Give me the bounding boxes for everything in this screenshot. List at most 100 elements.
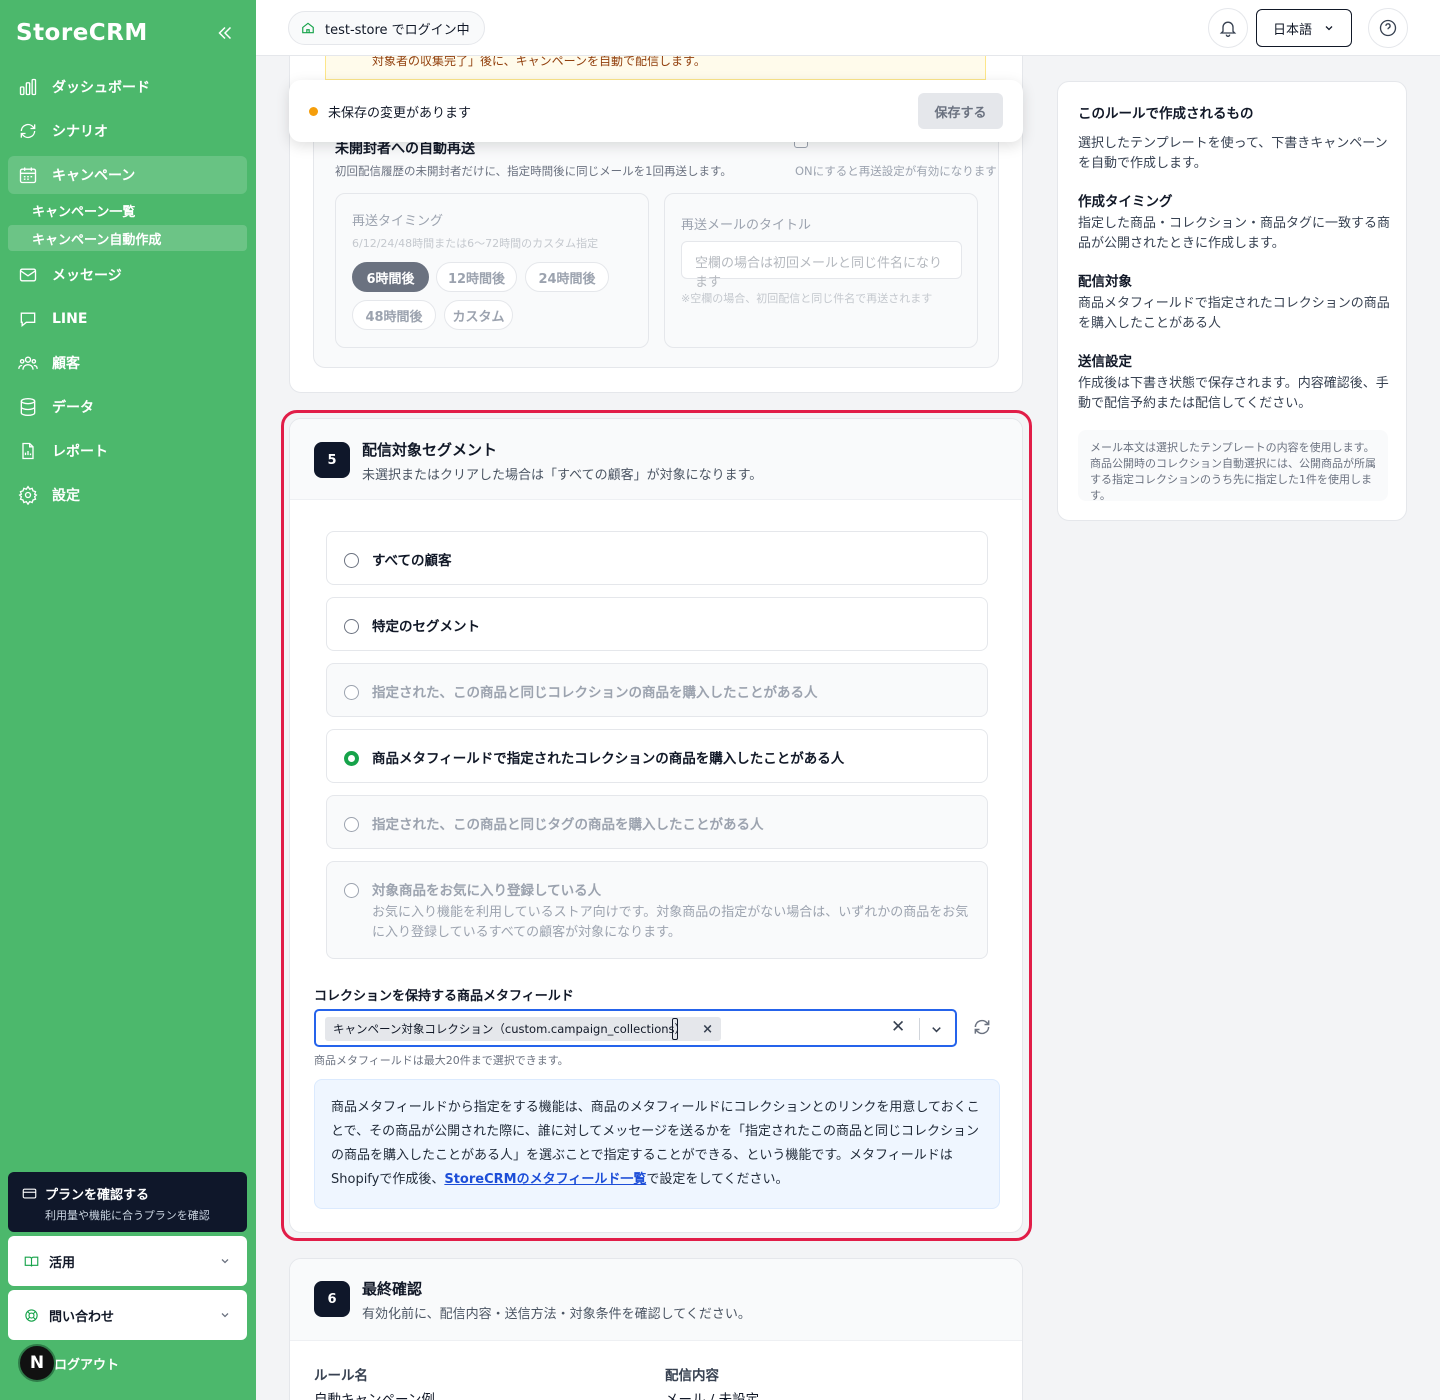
logout[interactable]: N ログアウト: [18, 1344, 119, 1382]
usage-accordion[interactable]: 活用: [8, 1236, 247, 1286]
timing-heading: 作成タイミング: [1078, 194, 1173, 210]
option-label: 商品メタフィールドで指定されたコレクションの商品を購入したことがある人: [372, 751, 845, 767]
send-text: 作成後は下書き状態で保存されます。内容確認後、手動で配信予約または配信してくださ…: [1078, 376, 1389, 411]
notification-button[interactable]: [1208, 8, 1248, 48]
selected-tag: キャンペーン対象コレクション（custom.campaign_collectio…: [325, 1017, 721, 1041]
store-login-text: test-store でログイン中: [325, 22, 470, 38]
plan-card[interactable]: プランを確認する 利用量や機能に合うプランを確認: [8, 1172, 247, 1232]
option-specific-segment[interactable]: 特定のセグメント: [326, 597, 988, 651]
nav-label: メッセージ: [52, 268, 122, 284]
home-icon: [302, 22, 314, 34]
step-number: 5: [314, 442, 350, 478]
chip-6h[interactable]: 6時間後: [352, 262, 429, 292]
chevron-down-icon: [1325, 26, 1333, 31]
help-button[interactable]: [1368, 8, 1408, 48]
metafield-info-box: 商品メタフィールドから指定をする機能は、商品のメタフィールドにコレクションとのリ…: [314, 1079, 1000, 1209]
chip-12h[interactable]: 12時間後: [436, 262, 517, 292]
unsaved-text: 未保存の変更があります: [328, 105, 472, 121]
info-tail: で設定をしてください。: [646, 1172, 789, 1187]
chat-icon: [20, 312, 36, 328]
clear-icon[interactable]: ✕: [891, 1017, 905, 1037]
language-select[interactable]: 日本語: [1256, 9, 1352, 47]
option-sub: お気に入り機能を利用しているストア向けです。対象商品の指定がない場合は、いずれか…: [372, 905, 969, 940]
chip-48h[interactable]: 48時間後: [352, 300, 436, 330]
nav-data[interactable]: データ: [8, 388, 247, 426]
text-cursor: [672, 1018, 678, 1040]
nav-message[interactable]: メッセージ: [8, 256, 247, 294]
nav-dashboard[interactable]: ダッシュボード: [8, 68, 247, 106]
nav-scenario[interactable]: シナリオ: [8, 112, 247, 150]
chevron-down-icon[interactable]: [929, 1022, 944, 1037]
language-value: 日本語: [1273, 22, 1313, 38]
nav-label: LINE: [52, 311, 88, 327]
mail-title-label: 再送メールのタイトル: [681, 218, 812, 233]
credit-card-icon: [22, 1188, 37, 1199]
timing-desc: 6/12/24/48時間または6〜72時間のカスタム指定: [352, 237, 599, 250]
timing-title: 再送タイミング: [352, 214, 444, 229]
nav-report[interactable]: レポート: [8, 432, 247, 470]
avatar[interactable]: N: [18, 1344, 56, 1382]
help-icon: [1379, 19, 1397, 37]
users-icon: [18, 356, 38, 370]
nav-customers[interactable]: 顧客: [8, 344, 247, 382]
summary-note: メール本文は選択したテンプレートの内容を使用します。商品公開時のコレクション自動…: [1078, 430, 1388, 502]
nav-line[interactable]: LINE: [8, 300, 247, 338]
collapse-sidebar-icon[interactable]: [214, 22, 236, 44]
nav-campaign[interactable]: キャンペーン: [8, 156, 247, 194]
radio[interactable]: [344, 553, 359, 568]
remove-tag-icon[interactable]: ×: [702, 1022, 713, 1037]
radio-selected[interactable]: [344, 751, 359, 766]
option-same-tag: 指定された、この商品と同じタグの商品を購入したことがある人: [326, 795, 988, 849]
rule-name-value: 自動キャンペーン例: [314, 1392, 435, 1400]
option-metafield-collection[interactable]: 商品メタフィールドで指定されたコレクションの商品を購入したことがある人: [326, 729, 988, 783]
refresh-icon[interactable]: [972, 1017, 992, 1037]
nav-label: 設定: [52, 488, 80, 504]
unsaved-dot: [309, 106, 318, 116]
chip-custom[interactable]: カスタム: [444, 300, 513, 330]
usage-label: 活用: [49, 1255, 76, 1271]
option-label: 指定された、この商品と同じコレクションの商品を購入したことがある人: [372, 685, 818, 701]
save-button[interactable]: 保存する: [918, 93, 1003, 129]
plan-title-text: プランを確認する: [45, 1188, 150, 1203]
book-icon: [24, 1256, 39, 1267]
option-all-customers[interactable]: すべての顧客: [326, 531, 988, 585]
nav-settings[interactable]: 設定: [8, 476, 247, 514]
section5-desc: 未選択またはクリアした場合は「すべての顧客」が対象になります。: [362, 468, 763, 483]
store-login-pill[interactable]: test-store でログイン中: [288, 11, 485, 45]
nav-label: データ: [52, 400, 94, 416]
sub-campaign-auto[interactable]: キャンペーン自動作成: [8, 225, 247, 251]
summary-title: このルールで作成されるもの: [1078, 106, 1254, 122]
section6-desc: 有効化前に、配信内容・送信方法・対象条件を確認してください。: [362, 1307, 751, 1322]
metafield-list-link[interactable]: StoreCRMのメタフィールド一覧: [444, 1172, 646, 1187]
resend-title-hint: ※空欄の場合、初回配信と同じ件名で再送されます: [681, 292, 933, 305]
plan-subtitle: 利用量や機能に合うプランを確認: [45, 1209, 210, 1222]
metafield-select[interactable]: キャンペーン対象コレクション（custom.campaign_collectio…: [314, 1009, 957, 1047]
content-value: メール / 未設定: [665, 1392, 760, 1400]
option-same-collection: 指定された、この商品と同じコレクションの商品を購入したことがある人: [326, 663, 988, 717]
final-check-card: 6 最終確認 有効化前に、配信内容・送信方法・対象条件を確認してください。 ルー…: [289, 1258, 1023, 1400]
sub-campaign-list[interactable]: キャンペーン一覧: [8, 197, 247, 223]
nav-label: ダッシュボード: [52, 80, 150, 96]
option-label: 指定された、この商品と同じタグの商品を購入したことがある人: [372, 817, 764, 833]
bell-icon: [1219, 21, 1237, 37]
rule-name-label: ルール名: [314, 1368, 368, 1384]
gear-icon: [18, 485, 38, 505]
resend-panel: 未開封者への自動再送 初回配信履歴の未開封者だけに、指定時間後に同じメールを1回…: [313, 134, 999, 368]
option-favorites: 対象商品をお気に入り登録している人 お気に入り機能を利用しているストア向けです。…: [326, 861, 988, 959]
nav-label: 顧客: [52, 356, 80, 372]
target-text: 商品メタフィールドで指定されたコレクションの商品を購入したことがある人: [1078, 296, 1390, 331]
tag-text: キャンペーン対象コレクション（custom.campaign_collectio…: [333, 1022, 687, 1036]
calendar-icon: [19, 167, 37, 184]
contact-label: 問い合わせ: [49, 1309, 115, 1325]
section6-title: 最終確認: [362, 1280, 423, 1298]
radio[interactable]: [344, 619, 359, 634]
summary-panel: このルールで作成されるもの 選択したテンプレートを使って、下書きキャンペーンを自…: [1057, 81, 1407, 521]
contact-accordion[interactable]: 問い合わせ: [8, 1290, 247, 1340]
chip-24h[interactable]: 24時間後: [525, 262, 609, 292]
logout-label: ログアウト: [54, 1357, 120, 1373]
report-icon: [22, 442, 34, 460]
resend-title-input[interactable]: 空欄の場合は初回メールと同じ件名になります: [681, 241, 962, 290]
chevron-down-icon: [221, 1313, 229, 1318]
nav-label: キャンペーン: [52, 168, 136, 184]
plan-title: プランを確認する: [22, 1184, 233, 1203]
